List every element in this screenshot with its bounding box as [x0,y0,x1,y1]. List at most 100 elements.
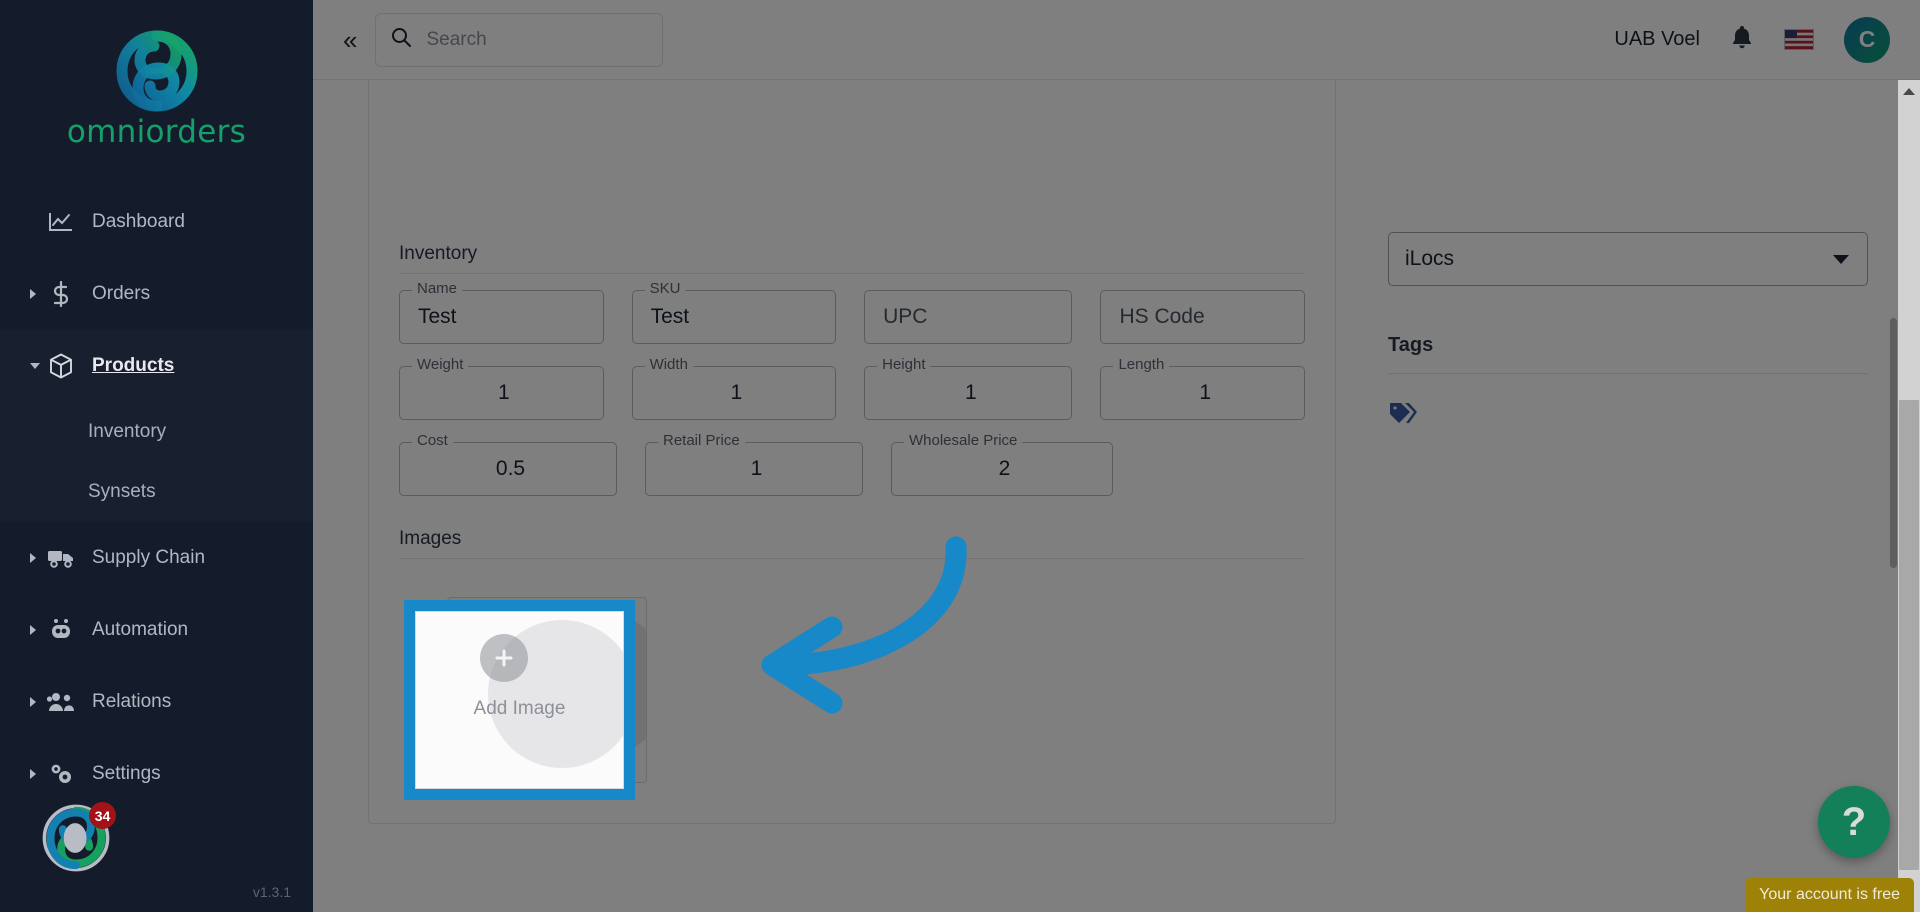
search-placeholder: Search [426,28,487,50]
app-version: v1.3.1 [252,884,291,900]
section-title-inventory: Inventory [399,243,478,264]
field-width[interactable]: Width 1 [631,357,837,420]
sidebar-subitem-label: Synsets [88,481,156,502]
account-status-badge[interactable]: Your account is free [1745,878,1914,912]
truck-icon [46,547,76,569]
field-value: 1 [730,381,743,404]
product-form-card: Inventory Name Test SKU Test UPC HS Code… [368,80,1336,824]
avatar[interactable]: C [1844,16,1890,63]
sidebar-nav: Dashboard Orders Products Inventory Syns… [0,186,313,874]
tags-divider [1388,373,1868,374]
field-name[interactable]: Name Test [399,281,604,344]
add-image-button[interactable]: Add Image [447,597,647,783]
omniorders-logo-icon [115,30,198,112]
sidebar-item-settings[interactable]: Settings [0,738,313,810]
brand-name: omniorders [66,114,247,150]
sidebar-item-supply-chain[interactable]: Supply Chain [0,522,313,594]
help-button[interactable]: ? [1818,786,1890,858]
field-length[interactable]: Length 1 [1100,357,1305,420]
chart-line-icon [46,211,76,233]
tags-title: Tags [1388,334,1434,356]
chevron-right-icon [30,553,36,563]
ilocs-select-value: iLocs [1405,247,1455,270]
images-gallery: Add Image [399,575,1305,809]
field-value: 1 [964,381,977,404]
chevron-right-icon [30,289,36,299]
app-header: « Search UAB Voel C [313,0,1920,80]
people-icon [46,691,76,713]
gears-icon [46,761,76,787]
field-label: HS Code [1119,305,1205,328]
sidebar-item-label: Settings [92,763,161,784]
robot-icon [46,617,76,643]
sidebar-item-label: Orders [92,283,151,304]
field-weight[interactable]: Weight 1 [399,357,604,420]
us-flag-icon[interactable] [1784,29,1814,50]
notification-badge: 34 [89,802,116,829]
sidebar-item-label: Dashboard [92,211,185,232]
field-retail-price[interactable]: Retail Price 1 [645,433,863,496]
product-sidebar-panel: iLocs Tags [1388,80,1868,431]
field-value: 0.5 [495,457,526,480]
scroll-up-arrow-icon[interactable] [1903,88,1915,95]
sidebar-item-orders[interactable]: Orders [0,258,313,330]
ilocs-select[interactable]: iLocs [1388,232,1868,286]
chevron-right-icon [30,769,36,779]
field-wholesale-price[interactable]: Wholesale Price 2 [891,433,1113,496]
field-hs-code[interactable]: HS Code [1100,290,1305,344]
box-icon [46,353,76,379]
sidebar-group-products: Products Inventory Synsets [0,330,313,522]
add-image-label: Add Image [501,688,593,709]
section-divider [399,558,1305,559]
field-cost[interactable]: Cost 0.5 [399,433,617,496]
window-scrollbar[interactable] [1898,80,1920,912]
field-sku[interactable]: SKU Test [631,281,837,344]
sidebar-item-relations[interactable]: Relations [0,666,313,738]
sidebar-logo[interactable]: omniorders [0,0,313,150]
field-value: Test [650,305,690,328]
sidebar-item-label: Products [92,355,175,376]
field-label: UPC [883,305,928,328]
fields-row-identifiers: Name Test SKU Test UPC HS Code [399,281,1305,344]
sidebar-item-inventory[interactable]: Inventory [0,402,313,462]
field-upc[interactable]: UPC [864,290,1073,344]
sidebar-subitem-label: Inventory [88,421,167,442]
window-scrollbar-thumb[interactable] [1899,400,1919,870]
bell-icon[interactable] [1730,24,1754,55]
chevron-double-left-icon[interactable]: « [343,27,357,53]
search-input[interactable]: Search [375,12,664,67]
field-value: 2 [998,457,1011,480]
chevron-right-icon [30,697,36,707]
fields-row-dimensions: Weight 1 Width 1 Height 1 Length 1 [399,357,1305,420]
chevron-down-icon [30,363,40,369]
sidebar-item-automation[interactable]: Automation [0,594,313,666]
fields-row-pricing: Cost 0.5 Retail Price 1 Wholesale Price … [399,433,1305,496]
tag-icon[interactable] [1388,400,1868,431]
form-scrollbar-thumb[interactable] [1890,318,1897,568]
sidebar-item-products[interactable]: Products [0,330,313,402]
plus-icon [514,622,560,668]
field-value: 1 [497,381,510,404]
field-value: 1 [750,457,763,480]
section-title-images: Images [399,528,462,549]
form-scrollbar[interactable] [1888,80,1898,912]
sidebar-item-synsets[interactable]: Synsets [0,462,313,522]
chevron-down-icon [1833,254,1849,264]
search-icon [390,26,412,53]
dollar-icon [46,281,76,307]
app-root: omniorders Dashboard Orders Products Inv… [0,0,1920,912]
sidebar-item-label: Automation [92,619,189,640]
field-height[interactable]: Height 1 [864,357,1073,420]
main-content: Inventory Name Test SKU Test UPC HS Code… [313,80,1898,912]
sidebar: omniorders Dashboard Orders Products Inv… [0,0,313,912]
chevron-right-icon [30,625,36,635]
notifications-avatar[interactable]: 34 [40,802,116,874]
field-value: Test [418,305,457,328]
org-name: UAB Voel [1614,28,1700,50]
sidebar-item-label: Supply Chain [92,547,206,568]
sidebar-item-dashboard[interactable]: Dashboard [0,186,313,258]
sidebar-item-label: Relations [92,691,172,712]
section-divider [399,273,1305,274]
field-value: 1 [1199,381,1212,404]
app-header-actions: UAB Voel C [1614,16,1920,63]
